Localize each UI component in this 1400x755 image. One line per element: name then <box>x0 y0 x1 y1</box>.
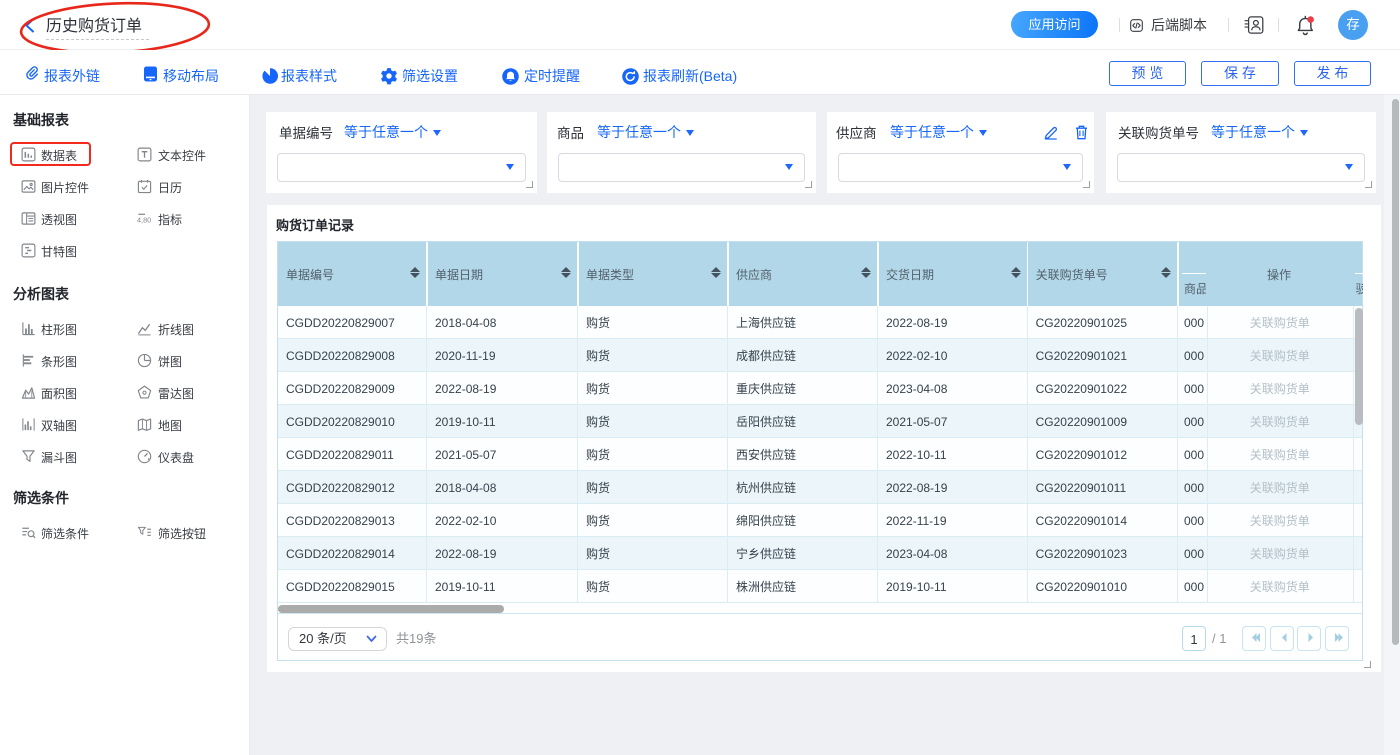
svg-text:4,80: 4,80 <box>137 216 151 225</box>
